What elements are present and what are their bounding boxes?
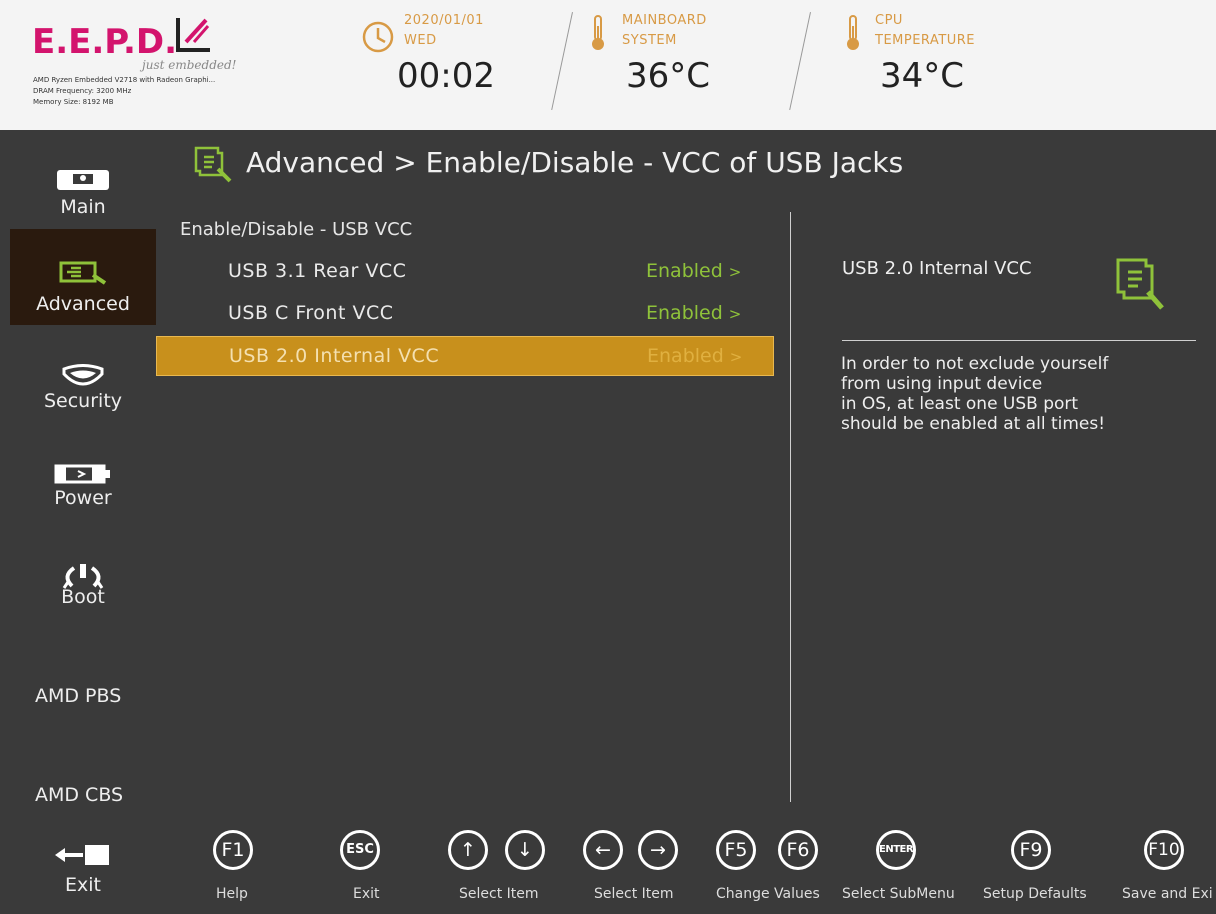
clock-icon bbox=[362, 21, 394, 53]
mainboard-sublabel: SYSTEM bbox=[622, 33, 677, 48]
help-line: in OS, at least one USB port bbox=[841, 394, 1079, 414]
monitor-icon bbox=[57, 170, 109, 190]
enter-key[interactable]: ENTER bbox=[876, 830, 916, 870]
sidebar-item-amd-cbs[interactable]: AMD CBS bbox=[35, 784, 123, 806]
arrow-left-icon[interactable]: ← bbox=[583, 830, 623, 870]
time-value: 00:02 bbox=[397, 56, 495, 96]
day-text: WED bbox=[404, 33, 437, 48]
tagline: just embedded! bbox=[142, 58, 237, 72]
help-line: In order to not exclude yourself bbox=[841, 354, 1109, 374]
chevron-right-icon: > bbox=[729, 348, 743, 366]
row-value: Enabled > bbox=[646, 260, 741, 282]
section-title: Enable/Disable - USB VCC bbox=[180, 219, 413, 240]
sidebar-item-power[interactable]: Power bbox=[10, 433, 156, 529]
advanced-icon bbox=[59, 261, 107, 285]
mainboard-label: MAINBOARD bbox=[622, 13, 707, 28]
menu-row-usbc-front[interactable]: USB C Front VCC Enabled > bbox=[156, 294, 774, 334]
row-value: Enabled > bbox=[647, 345, 742, 367]
logo-text: E.E.P.D. bbox=[32, 22, 178, 62]
cpu-sublabel: TEMPERATURE bbox=[875, 33, 976, 48]
sidebar-item-exit[interactable]: Exit bbox=[10, 812, 156, 908]
help-document-icon bbox=[1116, 258, 1164, 310]
f9-key[interactable]: F9 bbox=[1011, 830, 1051, 870]
sidebar-item-amd-pbs[interactable]: AMD PBS bbox=[35, 685, 121, 707]
menu-row-usb31-rear[interactable]: USB 3.1 Rear VCC Enabled > bbox=[156, 252, 774, 292]
logo-mark-icon bbox=[176, 18, 210, 52]
f5-key[interactable]: F5 bbox=[716, 830, 756, 870]
page-title: Advanced > Enable/Disable - VCC of USB J… bbox=[246, 146, 904, 179]
row-label: USB 2.0 Internal VCC bbox=[229, 345, 440, 367]
cpu-temp: 34°C bbox=[880, 56, 965, 96]
value-text: Enabled bbox=[647, 345, 724, 367]
key-label-select-submenu: Select SubMenu bbox=[842, 886, 955, 902]
sidebar-item-label: Boot bbox=[61, 586, 105, 608]
key-label-exit: Exit bbox=[353, 886, 380, 902]
row-value: Enabled > bbox=[646, 302, 741, 324]
menu-row-usb20-internal[interactable]: USB 2.0 Internal VCC Enabled > bbox=[156, 336, 774, 376]
panel-divider bbox=[790, 212, 791, 802]
sidebar-item-security[interactable]: Security bbox=[10, 334, 156, 430]
sidebar-item-label: Security bbox=[43, 390, 123, 412]
f1-key[interactable]: F1 bbox=[213, 830, 253, 870]
chevron-right-icon: > bbox=[728, 263, 742, 281]
sidebar-item-label: Main bbox=[60, 196, 106, 218]
row-label: USB C Front VCC bbox=[228, 302, 394, 324]
sidebar-item-advanced[interactable]: Advanced bbox=[10, 229, 156, 325]
header-divider bbox=[551, 12, 573, 111]
sidebar-item-boot[interactable]: Boot bbox=[10, 532, 156, 628]
key-label-setup-defaults: Setup Defaults bbox=[983, 886, 1087, 902]
key-label-select-item: Select Item bbox=[459, 886, 539, 902]
shield-icon bbox=[62, 364, 104, 386]
arrow-up-icon[interactable]: ↑ bbox=[448, 830, 488, 870]
row-label: USB 3.1 Rear VCC bbox=[228, 260, 407, 282]
battery-icon bbox=[54, 464, 110, 484]
memory-info: Memory Size: 8192 MB bbox=[33, 98, 114, 106]
arrow-right-icon[interactable]: → bbox=[638, 830, 678, 870]
key-label-select-item: Select Item bbox=[594, 886, 674, 902]
thermometer-icon bbox=[847, 15, 859, 50]
sidebar-item-label: Exit bbox=[65, 874, 101, 896]
value-text: Enabled bbox=[646, 260, 723, 282]
mainboard-temp: 36°C bbox=[626, 56, 711, 96]
esc-key[interactable]: ESC bbox=[340, 830, 380, 870]
cpu-label: CPU bbox=[875, 13, 903, 28]
advanced-icon bbox=[194, 146, 232, 183]
value-text: Enabled bbox=[646, 302, 723, 324]
date-text: 2020/01/01 bbox=[404, 13, 484, 28]
help-line: from using input device bbox=[841, 374, 1043, 394]
help-line: should be enabled at all times! bbox=[841, 414, 1106, 434]
key-label-help: Help bbox=[216, 886, 248, 902]
thermometer-icon bbox=[592, 15, 604, 50]
f10-key[interactable]: F10 bbox=[1144, 830, 1184, 870]
system-info: AMD Ryzen Embedded V2718 with Radeon Gra… bbox=[33, 75, 215, 108]
header-bar: E.E.P.D. just embedded! AMD Ryzen Embedd… bbox=[0, 0, 1216, 130]
sidebar-item-main[interactable]: Main bbox=[10, 138, 156, 234]
f6-key[interactable]: F6 bbox=[778, 830, 818, 870]
sidebar-item-label: Power bbox=[54, 487, 112, 509]
help-divider bbox=[842, 340, 1196, 341]
dram-info: DRAM Frequency: 3200 MHz bbox=[33, 87, 132, 95]
sidebar-item-label: Advanced bbox=[36, 293, 130, 315]
key-label-change-values: Change Values bbox=[716, 886, 820, 902]
header-divider bbox=[789, 12, 811, 111]
cpu-info: AMD Ryzen Embedded V2718 with Radeon Gra… bbox=[33, 76, 216, 84]
key-label-save-and-exit: Save and Exi bbox=[1122, 886, 1213, 902]
exit-icon bbox=[55, 845, 109, 865]
help-title: USB 2.0 Internal VCC bbox=[842, 258, 1032, 279]
arrow-down-icon[interactable]: ↓ bbox=[505, 830, 545, 870]
chevron-right-icon: > bbox=[728, 305, 742, 323]
help-description: In order to not exclude yourself from us… bbox=[841, 354, 1108, 434]
